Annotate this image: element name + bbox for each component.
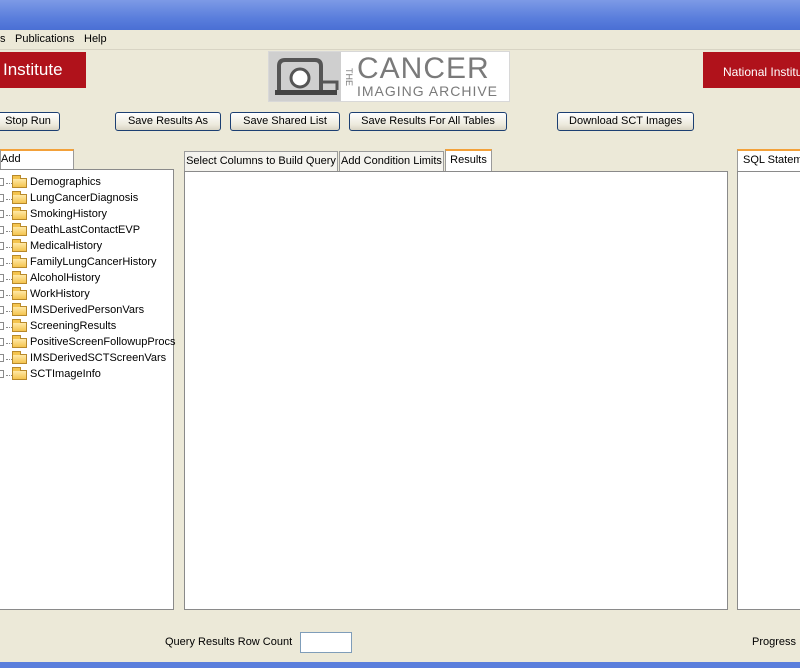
institute-banner-right-text: National Institu: [723, 65, 800, 79]
scanner-logo-icon: [269, 52, 341, 101]
tcia-logo: THE CANCER IMAGING ARCHIVE: [268, 51, 510, 102]
tab-add-conditions[interactable]: Add Conditions: [0, 149, 74, 169]
expand-icon[interactable]: [0, 210, 4, 218]
menu-item-help[interactable]: Help: [84, 33, 107, 45]
tab-results[interactable]: Results: [445, 149, 492, 171]
tab-select-columns[interactable]: Select Columns to Build Query: [184, 151, 338, 171]
tab-sql-statement[interactable]: SQL Statem: [737, 149, 800, 171]
expand-icon[interactable]: [0, 258, 4, 266]
tree-item-label: AlcoholHistory: [30, 272, 101, 284]
tree-item-label: PositiveScreenFollowupProcs: [30, 336, 176, 348]
expand-icon[interactable]: [0, 370, 4, 378]
tree-item-label: DeathLastContactEVP: [30, 224, 141, 236]
tab-add-condition-limits[interactable]: Add Condition Limits: [339, 151, 444, 171]
stop-run-button[interactable]: Stop Run: [0, 112, 60, 131]
folder-icon: [12, 287, 27, 300]
expand-icon[interactable]: [0, 306, 4, 314]
logo-cancer-text: CANCER: [357, 52, 490, 85]
folder-icon: [12, 351, 27, 364]
folder-icon: [12, 271, 27, 284]
menu-item-publications[interactable]: Publications: [15, 33, 74, 45]
logo-the-text: THE: [344, 68, 354, 86]
folder-icon: [12, 207, 27, 220]
tree-item-label: SmokingHistory: [30, 208, 108, 220]
expand-icon[interactable]: [0, 290, 4, 298]
row-count-label: Query Results Row Count: [165, 636, 293, 648]
sql-statement-panel: [737, 171, 800, 610]
folder-icon: [12, 239, 27, 252]
window-title-bar[interactable]: [0, 0, 800, 30]
institute-banner-right: National Institu: [703, 52, 800, 88]
tree-item-label: SCTImageInfo: [30, 368, 101, 380]
expand-icon[interactable]: [0, 274, 4, 282]
row-count-field[interactable]: [300, 632, 352, 653]
expand-icon[interactable]: [0, 338, 4, 346]
tree-item-label: FamilyLungCancerHistory: [30, 256, 157, 268]
save-results-as-button[interactable]: Save Results As: [115, 112, 221, 131]
expand-icon[interactable]: [0, 194, 4, 202]
expand-icon[interactable]: [0, 178, 4, 186]
expand-icon[interactable]: [0, 354, 4, 362]
folder-icon: [12, 303, 27, 316]
folder-icon: [12, 255, 27, 268]
download-sct-images-button[interactable]: Download SCT Images: [557, 112, 694, 131]
save-shared-list-button[interactable]: Save Shared List: [230, 112, 340, 131]
institute-banner-left: Institute: [0, 52, 86, 88]
folder-icon: [12, 191, 27, 204]
folder-icon: [12, 175, 27, 188]
tree-item-label: IMSDerivedSCTScreenVars: [30, 352, 167, 364]
folder-icon: [12, 319, 27, 332]
folder-icon: [12, 335, 27, 348]
results-panel: [184, 171, 728, 610]
menu-item-truncated[interactable]: s: [0, 33, 6, 45]
window-bottom-border: [0, 662, 800, 668]
menu-bar: s Publications Help: [0, 30, 800, 50]
progress-label: Progress M: [752, 636, 800, 648]
tree-item-label: MedicalHistory: [30, 240, 103, 252]
tree-item-label: IMSDerivedPersonVars: [30, 304, 145, 316]
tree-item-label: Demographics: [30, 176, 101, 188]
expand-icon[interactable]: [0, 242, 4, 250]
expand-icon[interactable]: [0, 322, 4, 330]
institute-banner-left-text: Institute: [3, 60, 63, 79]
logo-imaging-archive-text: IMAGING ARCHIVE: [357, 83, 499, 99]
expand-icon[interactable]: [0, 226, 4, 234]
tree-item-label: LungCancerDiagnosis: [30, 192, 139, 204]
conditions-tree-panel: Demographics LungCancerDiagnosis Smoking…: [0, 169, 176, 610]
tree-item-label: WorkHistory: [30, 288, 90, 300]
folder-icon: [12, 223, 27, 236]
tree-item-label: ScreeningResults: [30, 320, 117, 332]
folder-icon: [12, 367, 27, 380]
save-results-all-tables-button[interactable]: Save Results For All Tables: [349, 112, 507, 131]
